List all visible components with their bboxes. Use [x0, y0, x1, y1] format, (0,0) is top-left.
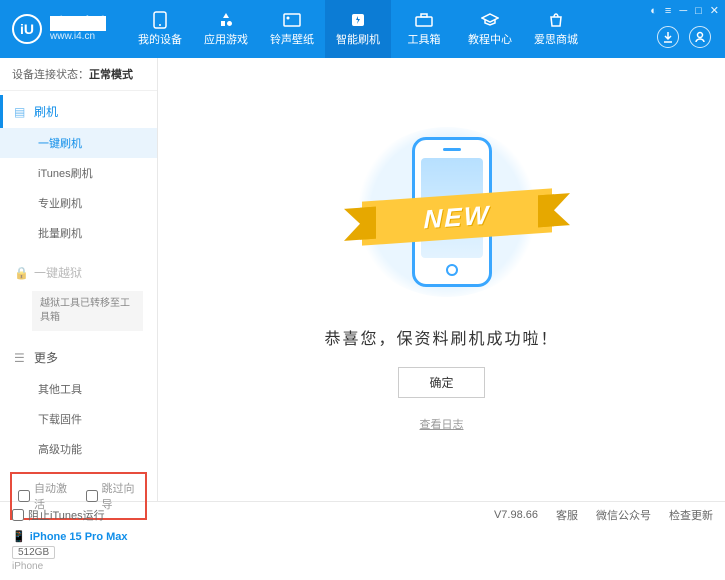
- lock-icon: 🔒: [14, 266, 28, 280]
- app-name: 爱思助手: [50, 16, 106, 31]
- skin-icon[interactable]: ◐: [650, 5, 657, 17]
- sidebar: 设备连接状态：正常模式 ▤ 刷机 一键刷机 iTunes刷机 专业刷机 批量刷机…: [0, 58, 158, 501]
- titlebar: iU 爱思助手 www.i4.cn 我的设备 应用游戏 铃声壁纸 智能刷机 工具…: [0, 0, 725, 58]
- window-controls: ◐ ≡ ─ □ ✕: [650, 4, 719, 17]
- nav-tutorials[interactable]: 教程中心: [457, 0, 523, 58]
- nav-apps[interactable]: 应用游戏: [193, 0, 259, 58]
- doc-icon: ▤: [14, 105, 28, 119]
- app-domain: www.i4.cn: [50, 31, 106, 42]
- main-nav: 我的设备 应用游戏 铃声壁纸 智能刷机 工具箱 教程中心 爱思商城: [127, 0, 589, 58]
- device-capacity: 512GB: [12, 546, 55, 559]
- sidebar-item-firmware[interactable]: 下载固件: [0, 404, 157, 434]
- phone-icon: [150, 12, 170, 28]
- wechat-link[interactable]: 微信公众号: [596, 507, 651, 523]
- block-itunes-checkbox[interactable]: 阻止iTunes运行: [12, 507, 105, 523]
- graduation-icon: [480, 12, 500, 28]
- close-icon[interactable]: ✕: [710, 4, 719, 17]
- app-icon: [216, 12, 236, 28]
- sidebar-item-oneclick[interactable]: 一键刷机: [0, 128, 157, 158]
- view-log-link[interactable]: 查看日志: [420, 416, 464, 432]
- sidebar-head-jailbreak: 🔒 一键越狱: [0, 256, 157, 289]
- sidebar-head-flash[interactable]: ▤ 刷机: [0, 95, 157, 128]
- device-name[interactable]: 📱 iPhone 15 Pro Max: [12, 530, 145, 543]
- image-icon: [282, 12, 302, 28]
- nav-my-device[interactable]: 我的设备: [127, 0, 193, 58]
- update-link[interactable]: 检查更新: [669, 507, 713, 523]
- minimize-icon[interactable]: ─: [679, 5, 687, 17]
- user-button[interactable]: [689, 26, 711, 48]
- sidebar-item-pro[interactable]: 专业刷机: [0, 188, 157, 218]
- nav-toolbox[interactable]: 工具箱: [391, 0, 457, 58]
- toolbox-icon: [414, 12, 434, 28]
- list-icon: ☰: [14, 351, 28, 365]
- logo-icon: iU: [12, 14, 42, 44]
- sidebar-item-advanced[interactable]: 高级功能: [0, 434, 157, 464]
- sidebar-item-othertools[interactable]: 其他工具: [0, 374, 157, 404]
- jailbreak-note: 越狱工具已转移至工具箱: [32, 291, 143, 331]
- user-controls: [657, 26, 711, 48]
- device-info: 📱 iPhone 15 Pro Max 512GB iPhone: [0, 524, 157, 580]
- flash-icon: [348, 12, 368, 28]
- menu-icon[interactable]: ≡: [665, 5, 671, 17]
- nav-flash[interactable]: 智能刷机: [325, 0, 391, 58]
- main-content: NEW 恭喜您，保资料刷机成功啦！ 确定 查看日志: [158, 58, 725, 501]
- version-label: V7.98.66: [494, 509, 538, 521]
- connection-status: 设备连接状态：正常模式: [0, 58, 157, 91]
- app-logo: iU 爱思助手 www.i4.cn: [12, 14, 127, 44]
- device-phone-icon: 📱: [12, 530, 26, 543]
- nav-store[interactable]: 爱思商城: [523, 0, 589, 58]
- success-illustration: NEW: [332, 127, 552, 307]
- sidebar-head-more[interactable]: ☰ 更多: [0, 341, 157, 374]
- maximize-icon[interactable]: □: [695, 5, 702, 17]
- ok-button[interactable]: 确定: [398, 367, 484, 398]
- bag-icon: [546, 12, 566, 28]
- sidebar-item-itunes[interactable]: iTunes刷机: [0, 158, 157, 188]
- support-link[interactable]: 客服: [556, 507, 578, 523]
- download-button[interactable]: [657, 26, 679, 48]
- sidebar-item-batch[interactable]: 批量刷机: [0, 218, 157, 248]
- success-message: 恭喜您，保资料刷机成功啦！: [324, 325, 558, 349]
- device-type: iPhone: [12, 561, 145, 572]
- nav-ringtones[interactable]: 铃声壁纸: [259, 0, 325, 58]
